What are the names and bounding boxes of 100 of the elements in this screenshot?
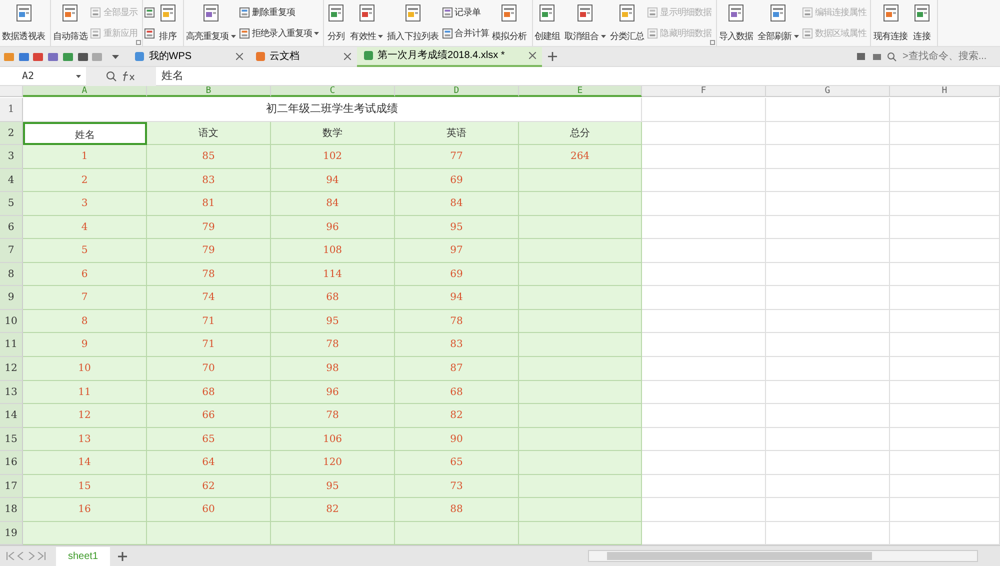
table-cell: 英语	[395, 122, 519, 146]
ribbon-button[interactable]: 排序	[156, 2, 180, 44]
dialog-launcher-icon[interactable]	[710, 40, 715, 45]
table-cell: 姓名	[23, 122, 147, 146]
caret-icon	[794, 34, 799, 38]
toolbar-icon[interactable]	[47, 50, 59, 62]
row-header[interactable]: 18	[0, 498, 23, 522]
row-header[interactable]: 14	[0, 404, 23, 428]
sheet-icon	[402, 3, 423, 23]
table-cell: 74	[147, 286, 271, 310]
table-cell: 1	[23, 145, 147, 169]
row-header[interactable]: 13	[0, 380, 23, 404]
ribbon-button[interactable]: 模拟分析	[490, 2, 528, 44]
add-tab-icon[interactable]	[548, 52, 557, 61]
table-cell: 13	[23, 428, 147, 452]
table-cell: 4	[23, 216, 147, 240]
document-tab[interactable]: 第一次月考成绩2018.4.xlsx *	[356, 46, 542, 66]
row-header[interactable]: 6	[0, 216, 23, 240]
row-header[interactable]: 9	[0, 286, 23, 310]
row-header[interactable]: 8	[0, 262, 23, 286]
ribbon-button[interactable]: 拒绝录入重复项	[238, 26, 320, 40]
row-header[interactable]: 15	[0, 428, 23, 452]
list-icon	[238, 28, 250, 39]
document-tab[interactable]: 云文档	[248, 46, 357, 66]
table-cell: 84	[395, 192, 519, 216]
table-cell: 96	[271, 380, 395, 404]
ribbon-button[interactable]: 记录单	[440, 6, 490, 20]
row-header[interactable]: 7	[0, 239, 23, 263]
document-icon	[362, 50, 374, 61]
column-header[interactable]: G	[766, 86, 890, 97]
toolbar-icon[interactable]	[18, 50, 30, 62]
sheet-icon	[768, 3, 788, 23]
add-sheet-icon[interactable]	[118, 552, 128, 560]
table-cell: 94	[271, 168, 395, 192]
ribbon-button[interactable]: 有效性	[348, 2, 386, 44]
close-icon[interactable]	[344, 53, 351, 60]
ribbon-button[interactable]: 分类汇总	[608, 2, 646, 44]
ribbon-button[interactable]: 高亮重复项	[184, 2, 238, 44]
search-field[interactable]: >查找命令、搜索...	[902, 49, 994, 64]
caret-icon	[600, 34, 606, 38]
column-header[interactable]: H	[890, 86, 1000, 97]
toolbar-icon[interactable]	[62, 50, 74, 62]
table-cell: 60	[147, 498, 271, 522]
close-icon[interactable]	[528, 52, 536, 59]
ribbon-button[interactable]: 创建组	[532, 2, 562, 44]
table-cell: 总分	[519, 122, 642, 146]
zoom-icon[interactable]	[106, 70, 117, 82]
ribbon-button[interactable]: 现有连接	[871, 2, 910, 44]
close-icon[interactable]	[236, 53, 243, 60]
table-cell: 10	[23, 357, 147, 381]
ribbon-button[interactable]: 导入数据	[716, 2, 756, 44]
column-header[interactable]: F	[642, 86, 766, 97]
ribbon-button[interactable]: 全部刷新	[755, 2, 801, 44]
document-tab[interactable]: 我的WPS	[128, 46, 249, 66]
table-cell: 5	[23, 239, 147, 263]
row-header[interactable]: 3	[0, 145, 23, 169]
sheet-icon	[499, 3, 520, 23]
horizontal-scrollbar[interactable]	[588, 550, 978, 562]
row-header[interactable]: 2	[0, 122, 23, 146]
caret-icon[interactable]	[112, 54, 119, 58]
table-cell: 82	[271, 498, 395, 522]
ribbon-button[interactable]: 数据透视表	[0, 2, 48, 44]
row-header[interactable]: 10	[0, 310, 23, 334]
row-header[interactable]: 12	[0, 357, 23, 381]
toolbar-icon[interactable]	[32, 50, 44, 62]
name-box[interactable]: A2	[0, 68, 86, 84]
row-header[interactable]: 16	[0, 451, 23, 475]
ribbon-button[interactable]: 删除重复项	[238, 6, 320, 20]
list-icon	[442, 7, 453, 18]
table-cell: 94	[395, 286, 519, 310]
sheet-tab[interactable]: sheet1	[56, 546, 110, 566]
ribbon-button[interactable]: 取消组合	[562, 2, 608, 44]
row-header[interactable]: 11	[0, 333, 23, 358]
caret-icon	[76, 74, 80, 78]
document-icon	[134, 51, 145, 62]
function-icon[interactable]	[122, 70, 136, 82]
toolbar-icon[interactable]	[76, 50, 88, 62]
ribbon-button[interactable]: 插入下拉列表	[385, 2, 441, 44]
table-cell: 3	[23, 192, 147, 216]
caret-icon	[230, 34, 236, 38]
row-header[interactable]: 19	[0, 522, 23, 546]
sheet-icon	[537, 3, 558, 23]
table-cell: 语文	[147, 122, 271, 146]
table-cell: 69	[395, 262, 519, 286]
ribbon-button[interactable]: 自动筛选	[51, 2, 90, 44]
row-header[interactable]: 1	[0, 98, 23, 122]
table-cell: 88	[395, 498, 519, 522]
table-cell: 83	[147, 168, 271, 192]
ribbon-button[interactable]: 合并计算	[440, 26, 490, 40]
formula-field[interactable]: 姓名	[156, 68, 184, 84]
table-cell: 120	[271, 451, 395, 475]
row-header[interactable]: 17	[0, 474, 23, 498]
list-icon	[802, 28, 813, 39]
ribbon-button[interactable]: 连接	[910, 2, 934, 44]
ribbon-button[interactable]: 分列	[324, 2, 348, 44]
table-cell: 77	[395, 145, 519, 169]
row-header[interactable]: 5	[0, 192, 23, 216]
dialog-launcher-icon[interactable]	[136, 40, 141, 45]
sheet-icon	[617, 3, 638, 23]
row-header[interactable]: 4	[0, 168, 23, 192]
